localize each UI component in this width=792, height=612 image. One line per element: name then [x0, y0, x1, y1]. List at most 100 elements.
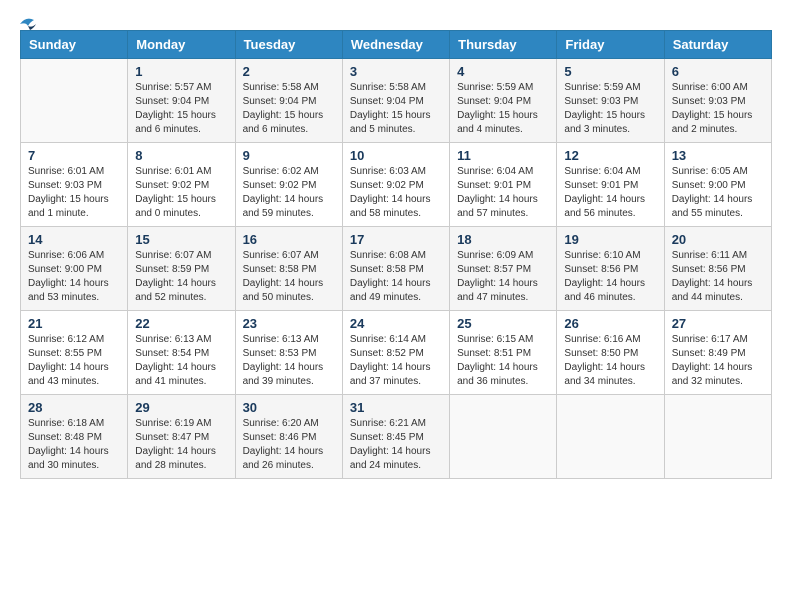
day-number: 16 [243, 232, 335, 247]
calendar-cell [557, 395, 664, 479]
day-number: 5 [564, 64, 656, 79]
day-number: 4 [457, 64, 549, 79]
day-info: Sunrise: 6:05 AM Sunset: 9:00 PM Dayligh… [672, 165, 764, 221]
day-number: 13 [672, 148, 764, 163]
day-info: Sunrise: 6:18 AM Sunset: 8:48 PM Dayligh… [28, 417, 120, 473]
day-number: 3 [350, 64, 442, 79]
calendar-week-4: 21Sunrise: 6:12 AM Sunset: 8:55 PM Dayli… [21, 311, 772, 395]
day-number: 17 [350, 232, 442, 247]
day-number: 10 [350, 148, 442, 163]
calendar-cell: 13 Sunrise: 6:05 AM Sunset: 9:00 PM Dayli… [664, 143, 771, 227]
day-info: Sunrise: 6:04 AM Sunset: 9:01 PM Dayligh… [457, 165, 549, 221]
day-info: Sunrise: 6:01 AM Sunset: 9:03 PM Dayligh… [28, 165, 120, 221]
day-info: Sunrise: 5:59 AM Sunset: 9:04 PM Dayligh… [457, 81, 549, 137]
calendar-cell [450, 395, 557, 479]
calendar-cell: 17 Sunrise: 6:08 AM Sunset: 8:58 PM Dayli… [342, 227, 449, 311]
day-number: 27 [672, 316, 764, 331]
calendar-cell: 25 Sunrise: 6:15 AM Sunset: 8:51 PM Dayli… [450, 311, 557, 395]
day-number: 12 [564, 148, 656, 163]
calendar-cell [21, 59, 128, 143]
calendar-cell: 7 Sunrise: 6:01 AM Sunset: 9:03 PM Daylig… [21, 143, 128, 227]
calendar-cell: 21Sunrise: 6:12 AM Sunset: 8:55 PM Dayli… [21, 311, 128, 395]
day-info: Sunrise: 6:12 AM Sunset: 8:55 PM Dayligh… [28, 333, 120, 389]
day-info: Sunrise: 6:09 AM Sunset: 8:57 PM Dayligh… [457, 249, 549, 305]
calendar-cell: 22 Sunrise: 6:13 AM Sunset: 8:54 PM Dayli… [128, 311, 235, 395]
day-info: Sunrise: 6:06 AM Sunset: 9:00 PM Dayligh… [28, 249, 120, 305]
day-number: 28 [28, 400, 120, 415]
day-info: Sunrise: 6:13 AM Sunset: 8:54 PM Dayligh… [135, 333, 227, 389]
calendar-cell: 18 Sunrise: 6:09 AM Sunset: 8:57 PM Dayli… [450, 227, 557, 311]
calendar-cell [664, 395, 771, 479]
header-friday: Friday [557, 31, 664, 59]
day-info: Sunrise: 5:58 AM Sunset: 9:04 PM Dayligh… [243, 81, 335, 137]
calendar-cell: 5Sunrise: 5:59 AM Sunset: 9:03 PM Daylig… [557, 59, 664, 143]
day-number: 7 [28, 148, 120, 163]
day-info: Sunrise: 6:02 AM Sunset: 9:02 PM Dayligh… [243, 165, 335, 221]
calendar-week-1: 1 Sunrise: 5:57 AM Sunset: 9:04 PM Daylig… [21, 59, 772, 143]
header-wednesday: Wednesday [342, 31, 449, 59]
day-info: Sunrise: 6:07 AM Sunset: 8:58 PM Dayligh… [243, 249, 335, 305]
header-tuesday: Tuesday [235, 31, 342, 59]
calendar-cell: 16 Sunrise: 6:07 AM Sunset: 8:58 PM Dayli… [235, 227, 342, 311]
calendar-cell: 11 Sunrise: 6:04 AM Sunset: 9:01 PM Dayli… [450, 143, 557, 227]
calendar-cell: 30 Sunrise: 6:20 AM Sunset: 8:46 PM Dayli… [235, 395, 342, 479]
day-info: Sunrise: 6:01 AM Sunset: 9:02 PM Dayligh… [135, 165, 227, 221]
calendar-cell: 4 Sunrise: 5:59 AM Sunset: 9:04 PM Daylig… [450, 59, 557, 143]
day-info: Sunrise: 6:13 AM Sunset: 8:53 PM Dayligh… [243, 333, 335, 389]
calendar-cell: 31 Sunrise: 6:21 AM Sunset: 8:45 PM Dayli… [342, 395, 449, 479]
day-info: Sunrise: 6:16 AM Sunset: 8:50 PM Dayligh… [564, 333, 656, 389]
day-info: Sunrise: 5:57 AM Sunset: 9:04 PM Dayligh… [135, 81, 227, 137]
day-number: 18 [457, 232, 549, 247]
day-number: 24 [350, 316, 442, 331]
day-info: Sunrise: 6:00 AM Sunset: 9:03 PM Dayligh… [672, 81, 764, 137]
calendar-cell: 1 Sunrise: 5:57 AM Sunset: 9:04 PM Daylig… [128, 59, 235, 143]
day-info: Sunrise: 6:19 AM Sunset: 8:47 PM Dayligh… [135, 417, 227, 473]
calendar-cell: 20Sunrise: 6:11 AM Sunset: 8:56 PM Dayli… [664, 227, 771, 311]
day-info: Sunrise: 6:08 AM Sunset: 8:58 PM Dayligh… [350, 249, 442, 305]
day-info: Sunrise: 6:15 AM Sunset: 8:51 PM Dayligh… [457, 333, 549, 389]
calendar-header-row: SundayMondayTuesdayWednesdayThursdayFrid… [21, 31, 772, 59]
day-info: Sunrise: 6:21 AM Sunset: 8:45 PM Dayligh… [350, 417, 442, 473]
day-info: Sunrise: 6:07 AM Sunset: 8:59 PM Dayligh… [135, 249, 227, 305]
day-number: 14 [28, 232, 120, 247]
calendar-cell: 14 Sunrise: 6:06 AM Sunset: 9:00 PM Dayli… [21, 227, 128, 311]
calendar-table: SundayMondayTuesdayWednesdayThursdayFrid… [20, 30, 772, 479]
calendar-cell: 27 Sunrise: 6:17 AM Sunset: 8:49 PM Dayli… [664, 311, 771, 395]
calendar-cell: 8 Sunrise: 6:01 AM Sunset: 9:02 PM Daylig… [128, 143, 235, 227]
day-number: 25 [457, 316, 549, 331]
calendar-cell: 12 Sunrise: 6:04 AM Sunset: 9:01 PM Dayli… [557, 143, 664, 227]
day-number: 2 [243, 64, 335, 79]
day-number: 19 [564, 232, 656, 247]
calendar-cell: 2 Sunrise: 5:58 AM Sunset: 9:04 PM Daylig… [235, 59, 342, 143]
day-number: 11 [457, 148, 549, 163]
calendar-week-3: 14 Sunrise: 6:06 AM Sunset: 9:00 PM Dayli… [21, 227, 772, 311]
calendar-week-2: 7 Sunrise: 6:01 AM Sunset: 9:03 PM Daylig… [21, 143, 772, 227]
day-number: 8 [135, 148, 227, 163]
day-number: 26 [564, 316, 656, 331]
day-number: 20 [672, 232, 764, 247]
logo-bird-icon [16, 14, 38, 36]
day-number: 1 [135, 64, 227, 79]
day-info: Sunrise: 6:04 AM Sunset: 9:01 PM Dayligh… [564, 165, 656, 221]
header-saturday: Saturday [664, 31, 771, 59]
header-monday: Monday [128, 31, 235, 59]
day-info: Sunrise: 6:17 AM Sunset: 8:49 PM Dayligh… [672, 333, 764, 389]
calendar-cell: 10 Sunrise: 6:03 AM Sunset: 9:02 PM Dayli… [342, 143, 449, 227]
calendar-cell: 6Sunrise: 6:00 AM Sunset: 9:03 PM Daylig… [664, 59, 771, 143]
calendar-cell: 3 Sunrise: 5:58 AM Sunset: 9:04 PM Daylig… [342, 59, 449, 143]
day-number: 30 [243, 400, 335, 415]
day-info: Sunrise: 6:20 AM Sunset: 8:46 PM Dayligh… [243, 417, 335, 473]
day-number: 31 [350, 400, 442, 415]
day-info: Sunrise: 6:03 AM Sunset: 9:02 PM Dayligh… [350, 165, 442, 221]
day-number: 23 [243, 316, 335, 331]
calendar-cell: 23 Sunrise: 6:13 AM Sunset: 8:53 PM Dayli… [235, 311, 342, 395]
calendar-cell: 26 Sunrise: 6:16 AM Sunset: 8:50 PM Dayli… [557, 311, 664, 395]
day-number: 22 [135, 316, 227, 331]
calendar-cell: 24Sunrise: 6:14 AM Sunset: 8:52 PM Dayli… [342, 311, 449, 395]
calendar-cell: 9Sunrise: 6:02 AM Sunset: 9:02 PM Daylig… [235, 143, 342, 227]
calendar-cell: 28 Sunrise: 6:18 AM Sunset: 8:48 PM Dayli… [21, 395, 128, 479]
calendar-cell: 29Sunrise: 6:19 AM Sunset: 8:47 PM Dayli… [128, 395, 235, 479]
day-info: Sunrise: 5:58 AM Sunset: 9:04 PM Dayligh… [350, 81, 442, 137]
calendar-week-5: 28 Sunrise: 6:18 AM Sunset: 8:48 PM Dayli… [21, 395, 772, 479]
calendar-cell: 19Sunrise: 6:10 AM Sunset: 8:56 PM Dayli… [557, 227, 664, 311]
